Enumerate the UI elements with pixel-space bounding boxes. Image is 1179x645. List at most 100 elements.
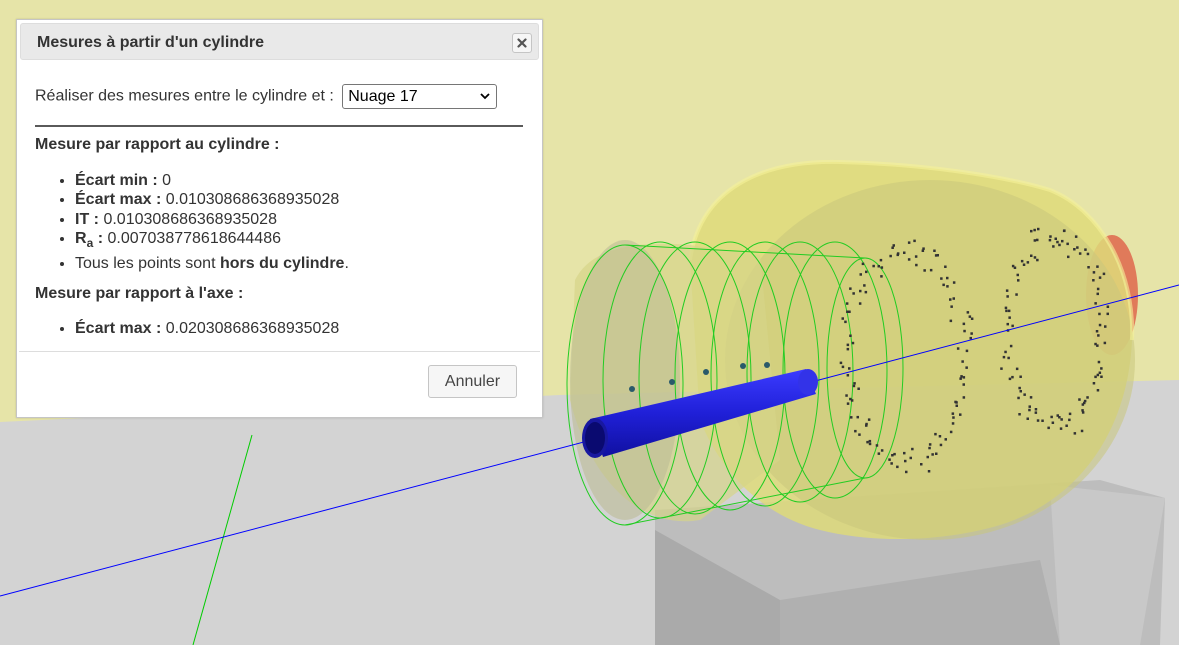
cloud-point	[915, 263, 918, 267]
cloud-point	[852, 292, 855, 295]
cloud-point	[1007, 356, 1010, 360]
cloud-point	[872, 264, 875, 268]
cloud-point	[849, 334, 852, 337]
cloud-point	[920, 463, 923, 466]
cloud-point	[1100, 375, 1103, 378]
cloud-point	[922, 247, 925, 250]
cloud-point	[1056, 240, 1059, 244]
cloud-point	[846, 343, 850, 347]
cloud-point	[1034, 408, 1038, 411]
cloud-point	[1036, 419, 1040, 422]
cloud-point	[1062, 229, 1066, 233]
cloud-point	[1096, 287, 1100, 291]
cloud-point	[856, 415, 859, 419]
cloud-point	[1096, 292, 1099, 296]
cloud-point	[934, 432, 937, 436]
cloud-point	[966, 311, 970, 314]
cloud-point	[839, 361, 843, 365]
cloud-point	[864, 290, 868, 294]
cloud-point	[1061, 239, 1064, 243]
cloud-point	[1074, 235, 1078, 238]
cloud-point	[1051, 421, 1055, 424]
section-cylinder-title: Mesure par rapport au cylindre :	[35, 136, 280, 153]
dialog-footer	[19, 351, 540, 352]
cloud-point	[1098, 323, 1102, 327]
cloud-point	[1008, 316, 1011, 319]
cloud-point	[846, 402, 850, 405]
cloud-point	[1011, 264, 1015, 268]
cloud-point	[1015, 367, 1019, 371]
cloud-point	[933, 249, 936, 252]
cloud-point	[1036, 258, 1039, 262]
status-text-bold: hors du cylindre	[219, 254, 345, 272]
cloud-point	[1067, 255, 1070, 259]
cloud-point	[963, 329, 966, 333]
cloud-point	[1106, 312, 1109, 316]
dialog-titlebar[interactable]: Mesures à partir d'un cylindre	[20, 23, 539, 60]
cloud-point	[1020, 259, 1024, 263]
cloud-point	[1009, 344, 1013, 348]
cloud-point	[949, 430, 953, 434]
cloud-point	[1006, 295, 1009, 298]
cloud-point	[903, 451, 906, 455]
cloud-point	[875, 444, 879, 447]
cloud-point	[1060, 418, 1063, 421]
cloud-point	[1056, 414, 1059, 417]
measure-value: 0.007038778618644486	[107, 230, 281, 248]
cloud-point	[935, 452, 938, 455]
cloud-point	[1030, 229, 1033, 233]
cloud-point	[1033, 256, 1037, 259]
cloud-point	[1054, 237, 1057, 240]
cloud-select[interactable]: Nuage 17	[342, 84, 498, 109]
cloud-point	[1004, 306, 1008, 310]
measure-label: Écart max :	[75, 320, 162, 337]
cloud-point	[1078, 398, 1081, 401]
cloud-point	[863, 284, 866, 287]
dialog-title: Mesures à partir d'un cylindre	[37, 34, 264, 51]
ra-suffix: :	[93, 230, 104, 248]
cloud-point	[956, 347, 960, 350]
cloud-point	[962, 322, 966, 326]
cloud-point	[877, 452, 881, 455]
cloud-point	[1007, 309, 1011, 313]
measure-label: Écart max :	[75, 191, 162, 209]
cloud-point	[905, 470, 908, 474]
cloud-point	[888, 458, 891, 461]
cloud-point	[1106, 305, 1110, 308]
cloud-point	[1022, 263, 1026, 266]
cloud-point	[1026, 261, 1030, 264]
cloud-point	[1073, 248, 1076, 251]
cloud-point	[1068, 418, 1071, 422]
cloud-point	[1026, 417, 1029, 420]
cloud-point	[1036, 238, 1039, 242]
cloud-point	[1098, 276, 1102, 279]
cloud-point	[907, 241, 911, 244]
cloud-point	[880, 275, 883, 278]
cloud-point	[911, 447, 914, 451]
close-button[interactable]	[512, 33, 532, 53]
cloud-point	[879, 258, 883, 262]
cloud-point	[1084, 248, 1087, 251]
cloud-point	[907, 258, 911, 261]
cloud-point	[859, 273, 862, 276]
cloud-point	[892, 244, 895, 247]
cloud-point	[959, 377, 962, 380]
cloud-point	[1017, 396, 1020, 400]
cloud-point	[1068, 412, 1072, 416]
cancel-button[interactable]: Annuler	[428, 365, 517, 398]
cloud-point	[893, 452, 896, 456]
cloud-point	[946, 285, 949, 288]
cloud-point	[841, 365, 845, 369]
cloud-point	[844, 320, 847, 324]
cloud-point	[1073, 432, 1077, 435]
measure-label: Ra :	[75, 230, 104, 250]
list-item: Ra : 0.007038778618644486	[75, 229, 349, 254]
cloud-point	[1028, 408, 1031, 412]
cloud-point	[867, 418, 871, 421]
cloud-point	[846, 374, 850, 377]
cloud-point	[1102, 272, 1106, 276]
list-item: Tous les points sont hors du cylindre.	[75, 254, 349, 273]
measure-dialog: Mesures à partir d'un cylindre Réaliser …	[16, 19, 543, 418]
cloud-point	[926, 455, 929, 459]
cloud-point	[940, 277, 943, 280]
